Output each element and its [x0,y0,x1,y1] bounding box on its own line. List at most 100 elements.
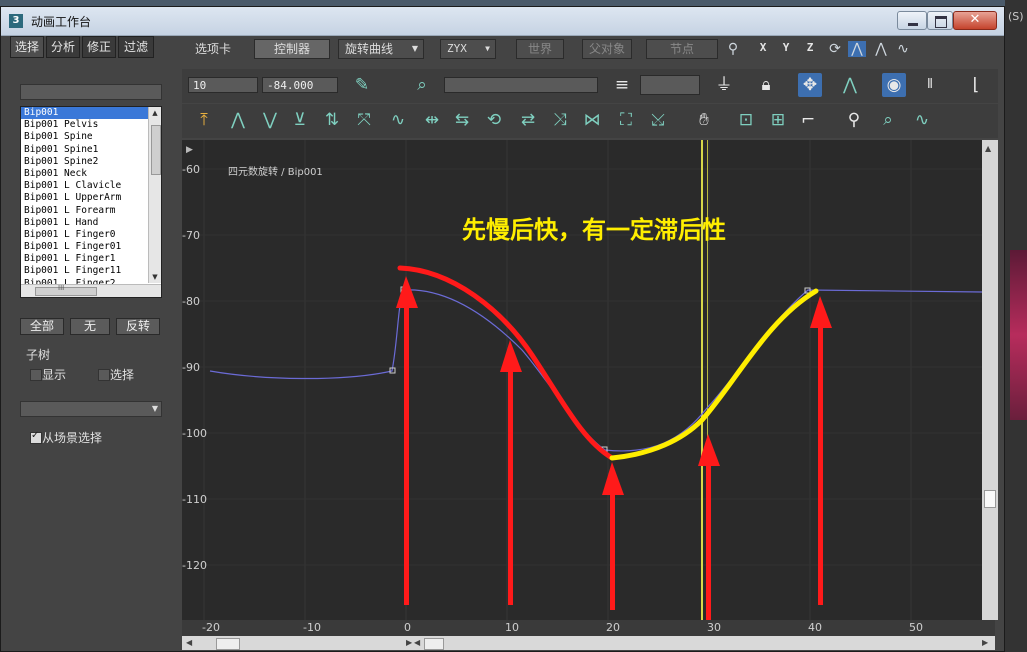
scroll-down-icon[interactable]: ▼ [150,272,160,282]
frame-field[interactable]: 10 [188,77,258,93]
tangent-fast-icon[interactable]: ⋁ [258,108,282,132]
swap-icon[interactable]: ⇆ [450,108,474,132]
parent-button[interactable]: 父对象 [582,39,632,59]
align-icon[interactable]: ⇹ [420,108,444,132]
scroll-thumb[interactable] [151,125,161,175]
pan-icon[interactable]: ⛶ [614,108,638,132]
region-icon[interactable]: ⌐ [796,108,820,132]
list-item[interactable]: Bip001 [21,107,161,120]
world-button[interactable]: 世界 [516,39,564,59]
key-info-icon[interactable]: ✎ [350,73,374,97]
tangent-step-icon[interactable]: ⇅ [320,108,344,132]
list-item[interactable]: Bip001 Spine1 [21,144,161,156]
refresh-icon[interactable]: ⟳ [826,41,844,57]
filter-list-icon[interactable]: ≡ [610,73,634,97]
wave-icon[interactable]: ∿ [894,41,912,57]
list-item[interactable]: Bip001 Spine [21,131,161,143]
zoom-extents-icon[interactable]: ⊞ [766,108,790,132]
rotation-order-dropdown[interactable]: ZYX ▼ [440,39,496,59]
frame-icon[interactable]: ⊡ [734,108,758,132]
list-item[interactable]: Bip001 L Hand [21,217,161,229]
select-all-button[interactable]: 全部 [20,318,64,335]
copy-icon[interactable]: ⇄ [516,108,540,132]
graph-horizontal-scrollbar[interactable]: ◀ ▶ ◀ ▶ [182,636,995,650]
mirror-icon[interactable]: ⤨ [548,108,572,132]
tab-select[interactable]: 选择 [10,36,44,58]
list-item[interactable]: Bip001 L Forearm [21,205,161,217]
scroll-thumb[interactable] [216,638,240,650]
graph-vertical-scrollbar[interactable]: ▲ [982,140,998,620]
minimize-button[interactable] [897,11,927,30]
curve-peak-icon[interactable]: ⋀ [848,41,866,57]
bone-search-input[interactable] [20,84,162,100]
tangent-slow-icon[interactable]: ⊻ [288,108,312,132]
curve-editor-graph[interactable]: ▶ 四元数旋转 / Bip001 -60 -70 -80 -90 -100 -110 -12… [182,140,982,620]
time-slider-line[interactable] [701,140,703,620]
from-scene-checkbox[interactable] [30,430,42,444]
zoom-fit-icon[interactable]: ∿ [910,108,934,132]
list-item[interactable]: Bip001 L Finger0 [21,229,161,241]
zoom-icon[interactable]: ⚲ [842,108,866,132]
controller-button[interactable]: 控制器 [254,39,330,59]
scroll-left-icon[interactable]: ◀ [414,638,420,647]
loop-icon[interactable]: ⟲ [482,108,506,132]
list-item[interactable]: Bip001 Neck [21,168,161,180]
list-item[interactable]: Bip001 L UpperArm [21,192,161,204]
tangent-icon[interactable]: ⋀ [838,73,862,97]
scroll-right-icon[interactable]: ▶ [982,638,988,647]
rotation-curve-dropdown[interactable]: 旋转曲线 ▼ [338,39,424,59]
select-checkbox[interactable] [98,369,110,381]
tangent-auto-icon[interactable]: ⋀ [226,108,250,132]
filter-icon[interactable]: ⏚ [712,73,736,97]
smooth-icon[interactable]: ∿ [386,108,410,132]
list-item[interactable]: Bip001 L Finger1 [21,253,161,265]
tab-filter[interactable]: 过滤 [118,36,154,58]
list-item[interactable]: Bip001 L Finger01 [21,241,161,253]
list-vertical-scrollbar[interactable]: ▲ ▼ [148,107,161,283]
scale-keys-icon[interactable]: ⤧ [352,108,376,132]
title-bar[interactable]: 3 动画工作台 ✕ [1,7,1004,36]
select-none-button[interactable]: 无 [70,318,110,335]
options-tab[interactable]: 选项卡 [182,39,244,59]
time-ruler[interactable]: -20 -10 0 10 20 30 40 50 [182,620,995,636]
maximize-button[interactable] [927,11,953,30]
waveform-icon[interactable]: ⫴ [918,73,942,97]
bone-list[interactable]: Bip001 Bip001 Pelvis Bip001 Spine Bip001… [20,106,162,298]
scroll-left-icon[interactable]: ◀ [186,638,192,647]
lock-icon[interactable]: 🔒︎ [754,73,778,97]
curve-canvas[interactable]: ▶ 四元数旋转 / Bip001 -60 -70 -80 -90 -100 -110 -12… [182,140,982,620]
axis-x-toggle[interactable]: X [756,41,770,57]
snap-icon[interactable]: ⤩ [646,108,670,132]
scroll-thumb[interactable] [424,638,444,650]
scroll-thumb[interactable]: III [35,284,97,296]
scroll-right-icon[interactable]: ▶ [406,638,412,647]
hand-icon[interactable]: ✋︎ [692,108,716,132]
invert-selection-button[interactable]: 反转 [116,318,160,335]
axis-y-toggle[interactable]: Y [779,41,793,57]
link-icon[interactable]: ⚲ [724,41,742,57]
tab-analyze[interactable]: 分析 [46,36,80,58]
zoom-key-icon[interactable]: ⌕ [410,73,434,97]
key-name-field[interactable] [444,77,598,93]
scroll-thumb[interactable] [984,490,996,508]
node-button[interactable]: 节点 [646,39,718,59]
expand-arrow-icon[interactable]: ▶ [186,145,193,155]
curve-icon[interactable]: ⋀ [872,41,890,57]
selection-set-dropdown[interactable]: ▼ [20,401,162,417]
move-keys-icon[interactable]: ✥ [798,73,822,97]
close-button[interactable]: ✕ [953,11,997,30]
axis-z-toggle[interactable]: Z [803,41,817,57]
rotation-curve[interactable] [209,289,982,452]
show-checkbox[interactable] [30,369,42,381]
select-all-icon[interactable]: ⋈ [580,108,604,132]
list-item[interactable]: Bip001 Spine2 [21,156,161,168]
scroll-up-icon[interactable]: ▲ [150,108,160,118]
zoom-region-icon[interactable]: ⌕ [876,108,900,132]
tab-fix[interactable]: 修正 [82,36,116,58]
add-key-icon[interactable]: ⤒ [192,108,216,132]
list-item[interactable]: Bip001 L Finger11 [21,265,161,277]
axis-icon[interactable]: ⌊ [964,73,988,97]
filter-field[interactable] [640,75,700,95]
value-field[interactable]: -84.000 [262,77,338,93]
list-item[interactable]: Bip001 L Clavicle [21,180,161,192]
